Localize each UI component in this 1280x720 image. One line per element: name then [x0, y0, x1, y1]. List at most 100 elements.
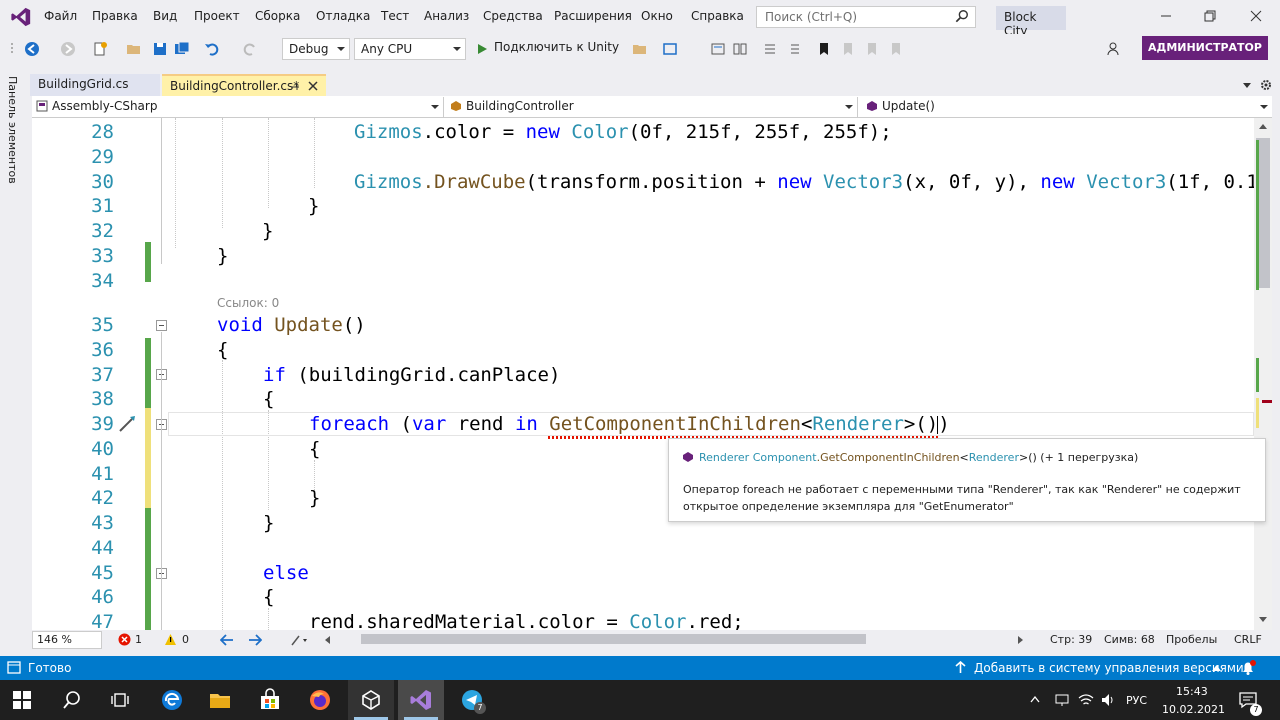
tray-chevron-up-icon[interactable]	[1030, 696, 1040, 703]
unity-taskbar-button[interactable]	[348, 680, 394, 720]
back-icon[interactable]	[24, 41, 40, 57]
warning-count[interactable]: 0	[182, 633, 189, 646]
error-icon[interactable]	[118, 633, 131, 646]
menu-tools[interactable]: Средства	[483, 9, 543, 23]
line-ending-indicator[interactable]: CRLF	[1234, 633, 1262, 646]
menu-project[interactable]: Проект	[194, 9, 240, 23]
arrow-left-icon[interactable]	[220, 634, 234, 646]
hscroll-thumb[interactable]	[361, 634, 866, 644]
quick-actions-brush-icon[interactable]	[117, 415, 137, 433]
code-line-43: }	[263, 512, 275, 534]
scroll-left-icon[interactable]	[324, 636, 332, 644]
close-tab-icon[interactable]	[308, 81, 318, 91]
zoom-select[interactable]: 146 %	[32, 631, 102, 649]
pin-icon[interactable]	[290, 82, 300, 92]
window-layout-icon[interactable]	[732, 41, 748, 57]
reference-count-lens[interactable]: Ссылок: 0	[217, 296, 279, 310]
scroll-down-icon[interactable]	[1258, 616, 1268, 624]
column-indicator[interactable]: Симв: 68	[1104, 633, 1155, 646]
file-explorer-icon[interactable]	[208, 688, 232, 712]
vertical-scrollbar[interactable]	[1254, 118, 1272, 630]
next-bookmark-icon[interactable]	[864, 41, 880, 57]
attach-unity-button[interactable]: Подключить к Unity	[494, 40, 619, 54]
edge-browser-icon[interactable]	[160, 688, 184, 712]
menu-extensions[interactable]: Расширения	[554, 9, 632, 23]
configuration-select[interactable]: Debug	[282, 38, 350, 60]
folder-icon[interactable]	[632, 41, 648, 57]
network-icon[interactable]	[1054, 692, 1070, 708]
clear-bookmarks-icon[interactable]	[888, 41, 904, 57]
tab-overflow-icon[interactable]	[1242, 82, 1252, 90]
tooltip-error-description: Оператор foreach не работает с переменны…	[683, 483, 1241, 513]
close-icon[interactable]	[1248, 8, 1264, 24]
collapse-toggle[interactable]	[156, 320, 167, 331]
code-cleanup-icon[interactable]	[290, 634, 310, 646]
screenshot-icon[interactable]	[662, 41, 678, 57]
solution-name-badge[interactable]: Block City	[996, 6, 1066, 38]
arrow-right-icon[interactable]	[248, 634, 262, 646]
visual-studio-taskbar-button[interactable]	[398, 680, 444, 720]
search-input[interactable]: Поиск (Ctrl+Q)	[756, 6, 976, 28]
tab-building-controller[interactable]: BuildingController.cs*	[162, 74, 326, 96]
code-line-36: {	[217, 339, 229, 361]
prev-bookmark-icon[interactable]	[840, 41, 856, 57]
horizontal-scrollbar[interactable]	[324, 632, 1024, 648]
task-view-icon[interactable]	[110, 690, 130, 710]
code-editor[interactable]: 28 29 30 31 32 33 34 35 36 37 38 39 40 4…	[32, 118, 1254, 630]
save-icon[interactable]	[152, 41, 168, 57]
output-window-icon[interactable]	[7, 661, 21, 674]
error-count[interactable]: 1	[135, 633, 142, 646]
volume-icon[interactable]	[1100, 692, 1116, 708]
settings-gear-icon[interactable]	[1260, 79, 1272, 91]
line-indicator[interactable]: Стр: 39	[1050, 633, 1092, 646]
platform-select[interactable]: Any CPU	[354, 38, 466, 60]
text-cursor	[937, 416, 938, 434]
warning-icon[interactable]	[164, 633, 177, 646]
firefox-icon[interactable]	[308, 688, 332, 712]
whitespace-indicator[interactable]: Пробелы	[1166, 633, 1217, 646]
new-project-icon[interactable]	[92, 41, 108, 57]
save-all-icon[interactable]	[174, 41, 190, 57]
live-share-icon[interactable]	[1106, 41, 1122, 57]
project-dropdown[interactable]: Assembly-CSharp	[32, 97, 444, 117]
menu-debug[interactable]: Отладка	[316, 9, 370, 23]
open-folder-icon[interactable]	[126, 41, 142, 57]
menu-window[interactable]: Окно	[641, 9, 673, 23]
member-dropdown[interactable]: Update()	[862, 97, 1272, 117]
search-icon[interactable]	[62, 690, 82, 710]
menu-view[interactable]: Вид	[153, 9, 177, 23]
toolbox-tab[interactable]: Панель элементов	[6, 76, 19, 184]
menu-build[interactable]: Сборка	[255, 9, 300, 23]
forward-icon[interactable]	[60, 41, 76, 57]
menu-test[interactable]: Тест	[381, 9, 409, 23]
wifi-icon[interactable]	[1078, 692, 1094, 708]
chevron-up-icon[interactable]	[1212, 665, 1221, 671]
breakpoint-list-icon[interactable]	[710, 41, 726, 57]
class-dropdown[interactable]: BuildingController	[446, 97, 858, 117]
microsoft-store-icon[interactable]	[258, 688, 282, 712]
uncomment-lines-icon[interactable]	[786, 41, 802, 57]
menu-edit[interactable]: Правка	[92, 9, 138, 23]
undo-icon[interactable]	[204, 41, 220, 57]
bookmark-icon[interactable]	[816, 41, 832, 57]
input-language[interactable]: РУС	[1126, 694, 1147, 707]
tab-building-grid[interactable]: BuildingGrid.cs	[30, 74, 160, 96]
add-to-source-control-button[interactable]: Добавить в систему управления версиями	[974, 661, 1244, 675]
notifications-bell-icon[interactable]	[1240, 660, 1256, 676]
scroll-right-icon[interactable]	[1016, 636, 1024, 644]
windows-taskbar: 7 РУС 15:43 10.02.2021 7	[0, 680, 1280, 720]
minimize-icon[interactable]	[1158, 8, 1174, 24]
play-icon[interactable]	[476, 43, 488, 55]
windows-start-icon[interactable]	[12, 690, 32, 710]
scroll-up-icon[interactable]	[1258, 122, 1268, 130]
menu-help[interactable]: Справка	[691, 9, 744, 23]
restore-icon[interactable]	[1202, 8, 1218, 24]
visual-studio-logo-icon[interactable]	[10, 6, 32, 28]
clock-date[interactable]: 10.02.2021	[1162, 703, 1225, 716]
admin-button[interactable]: АДМИНИСТРАТОР	[1142, 36, 1268, 60]
comment-lines-icon[interactable]	[762, 41, 778, 57]
clock-time[interactable]: 15:43	[1176, 685, 1208, 698]
menu-file[interactable]: Файл	[44, 9, 77, 23]
redo-icon[interactable]	[242, 41, 258, 57]
menu-analyze[interactable]: Анализ	[424, 9, 469, 23]
